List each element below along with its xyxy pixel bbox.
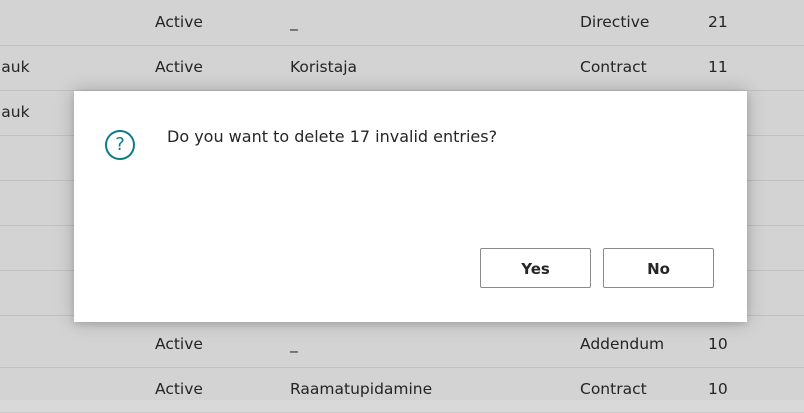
question-circle-icon: ?	[105, 130, 135, 160]
no-button[interactable]: No	[603, 248, 714, 288]
confirm-dialog: ? Do you want to delete 17 invalid entri…	[74, 91, 747, 322]
dialog-message: Do you want to delete 17 invalid entries…	[167, 127, 498, 146]
yes-button[interactable]: Yes	[480, 248, 591, 288]
